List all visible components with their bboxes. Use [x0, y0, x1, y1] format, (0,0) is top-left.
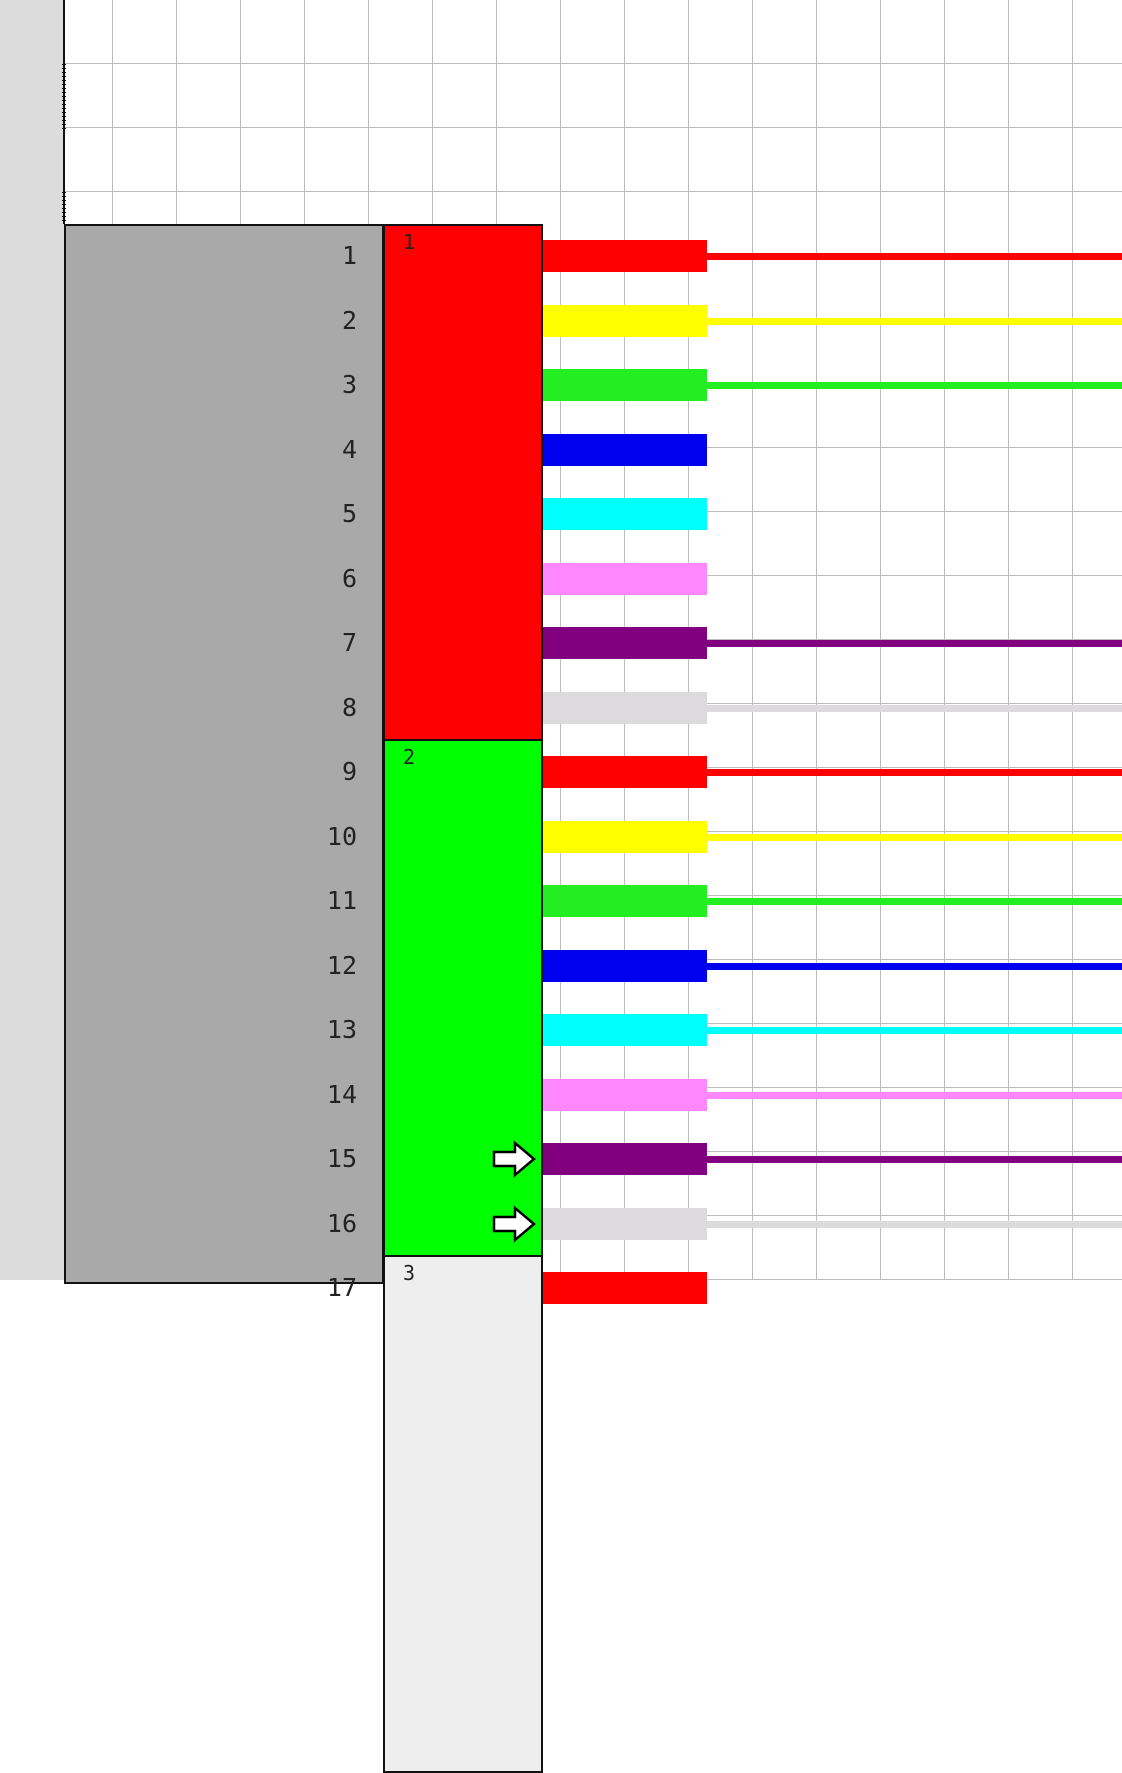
port-number: 2 — [341, 305, 357, 335]
port-number: 11 — [326, 886, 357, 915]
port-connector[interactable] — [543, 1014, 707, 1046]
cable-line[interactable] — [707, 704, 1122, 712]
port-number: 3 — [341, 370, 357, 399]
cable-line[interactable] — [707, 898, 1122, 905]
ruler-tick — [62, 64, 66, 65]
group-block-2: 2 — [383, 739, 543, 1257]
ruler-tick — [62, 76, 66, 77]
ruler-tick — [62, 80, 66, 81]
port-number: 15 — [326, 1144, 357, 1173]
ruler-tick — [62, 68, 66, 69]
port-connector[interactable] — [543, 820, 707, 853]
ruler-tick — [62, 108, 66, 109]
ruler-tick — [62, 220, 66, 221]
port-number: 4 — [341, 434, 357, 464]
ruler-tick — [62, 128, 66, 129]
group-label: 2 — [403, 745, 416, 769]
cable-line[interactable] — [707, 1027, 1122, 1034]
ruler-tick — [62, 192, 66, 193]
port-number: 17 — [326, 1273, 357, 1302]
cable-line[interactable] — [707, 1156, 1122, 1163]
port-connector[interactable] — [543, 885, 707, 917]
port-connector[interactable] — [543, 691, 707, 724]
cable-line[interactable] — [707, 382, 1122, 389]
group-label: 3 — [403, 1261, 416, 1285]
port-connector[interactable] — [543, 1143, 707, 1175]
port-number: 14 — [326, 1079, 357, 1109]
ruler-tick — [62, 120, 66, 121]
port-number: 8 — [341, 692, 357, 722]
group-label: 1 — [403, 230, 416, 254]
cable-line[interactable] — [707, 640, 1122, 647]
ruler-tick — [62, 88, 66, 89]
port-number: 10 — [326, 821, 357, 851]
cable-line[interactable] — [707, 1220, 1122, 1228]
port-number: 16 — [326, 1208, 357, 1238]
port-number: 9 — [341, 757, 357, 786]
ruler-tick — [62, 100, 66, 101]
cable-line[interactable] — [707, 962, 1122, 970]
ruler-tick — [62, 116, 66, 117]
group-block-3: 3 — [383, 1255, 543, 1773]
port-number: 5 — [341, 499, 357, 528]
cable-line[interactable] — [707, 1091, 1122, 1099]
port-connector[interactable] — [543, 1272, 707, 1304]
arrow-right-icon — [492, 1140, 536, 1178]
group-block-1: 1 — [383, 224, 543, 742]
ruler-tick — [62, 104, 66, 105]
ruler-tick — [62, 96, 66, 97]
port-connector[interactable] — [543, 498, 707, 530]
ruler-tick — [62, 216, 66, 217]
port-connector[interactable] — [543, 949, 707, 982]
port-number: 6 — [341, 563, 357, 593]
ruler-tick — [62, 200, 66, 201]
port-connector[interactable] — [543, 369, 707, 401]
ruler-tick — [62, 196, 66, 197]
ruler-tick — [62, 212, 66, 213]
ruler-tick — [62, 124, 66, 125]
port-connector[interactable] — [543, 627, 707, 659]
port-number: 12 — [326, 950, 357, 980]
ruler-ticks — [62, 0, 68, 224]
port-number: 7 — [341, 628, 357, 657]
ruler-tick — [62, 208, 66, 209]
ruler-tick — [62, 84, 66, 85]
port-connector[interactable] — [543, 304, 707, 337]
port-connector[interactable] — [543, 756, 707, 788]
port-connector[interactable] — [543, 433, 707, 466]
cable-line[interactable] — [707, 317, 1122, 325]
ruler-tick — [62, 204, 66, 205]
left-gutter — [0, 0, 64, 1280]
port-connector[interactable] — [543, 1078, 707, 1111]
port-connector[interactable] — [543, 562, 707, 595]
port-connector[interactable] — [543, 1207, 707, 1240]
port-number: 1 — [341, 241, 357, 270]
cable-line[interactable] — [707, 833, 1122, 841]
ruler-tick — [62, 92, 66, 93]
cable-line[interactable] — [707, 253, 1122, 260]
ruler-tick — [62, 112, 66, 113]
cable-line[interactable] — [707, 769, 1122, 776]
arrow-right-icon — [492, 1204, 536, 1243]
port-number: 13 — [326, 1015, 357, 1044]
port-connector[interactable] — [543, 240, 707, 272]
ruler-tick — [62, 72, 66, 73]
